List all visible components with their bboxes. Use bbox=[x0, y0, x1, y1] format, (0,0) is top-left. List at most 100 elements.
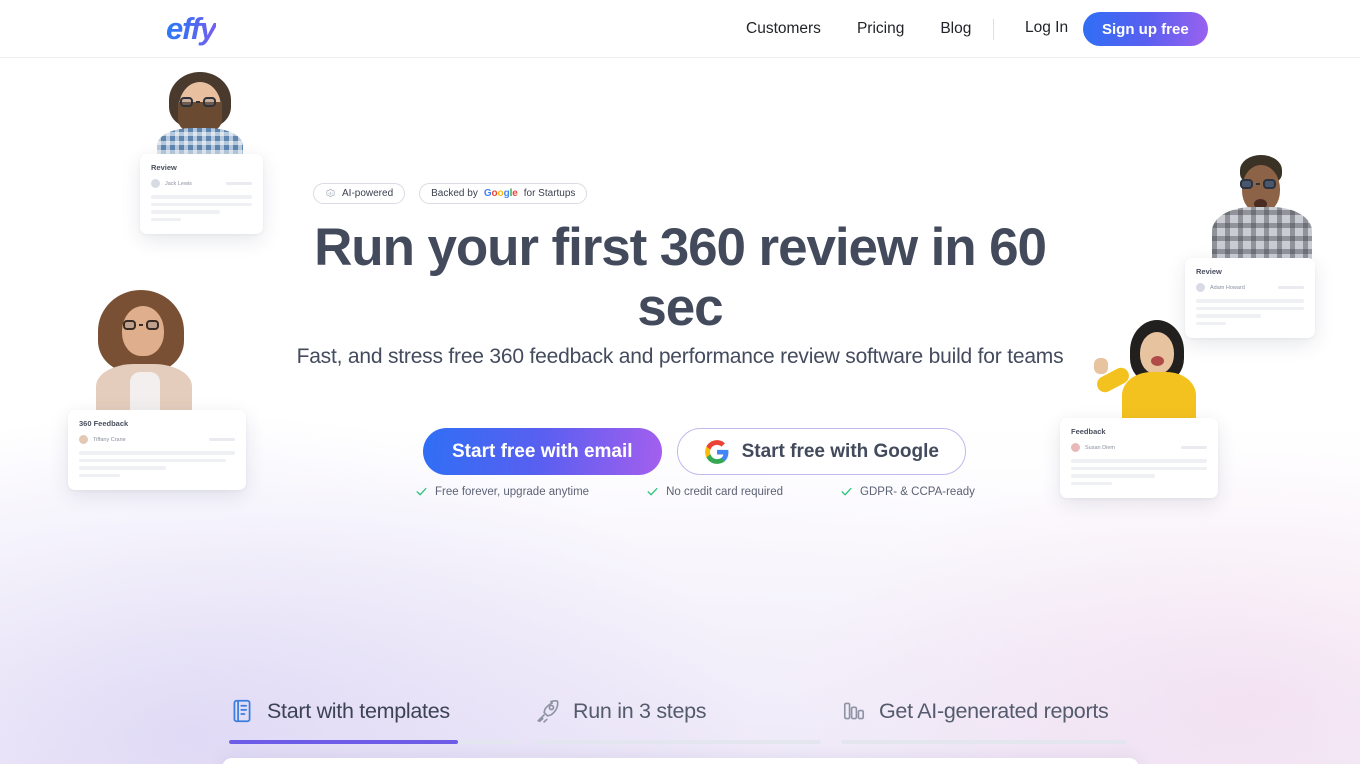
avatar bbox=[1196, 283, 1205, 292]
tab-get-ai-generated-reports[interactable]: Get AI-generated reports bbox=[841, 690, 1147, 744]
mouth-shape bbox=[1151, 356, 1164, 366]
glasses-icon bbox=[123, 320, 159, 330]
page-subtitle: Fast, and stress free 360 feedback and p… bbox=[296, 345, 1064, 368]
nav-link-customers[interactable]: Customers bbox=[746, 20, 821, 38]
decor-card-title: Feedback bbox=[1071, 427, 1106, 436]
feature-label: GDPR- & CCPA-ready bbox=[860, 485, 975, 498]
placeholder-line bbox=[1071, 474, 1156, 478]
tab-progress-fill bbox=[229, 740, 458, 744]
tab-label: Get AI-generated reports bbox=[879, 698, 1109, 723]
decor-card-person-row: Tiffany Crane bbox=[79, 435, 235, 444]
decor-card-title: 360 Feedback bbox=[79, 419, 129, 428]
header-divider bbox=[993, 19, 994, 40]
decor-card-meta-bar bbox=[1181, 446, 1207, 449]
page-title: Run your first 360 review in 60 sec bbox=[314, 218, 1047, 338]
cta-button-row: Start free with email Start free with Go… bbox=[423, 428, 966, 475]
feature-item-no-credit-card: No credit card required bbox=[646, 485, 783, 498]
decor-card-person-name: Jack Lewis bbox=[165, 180, 192, 187]
decor-card-meta-bar bbox=[226, 182, 252, 185]
google-logo-text: Google bbox=[484, 188, 518, 199]
logo[interactable]: effy bbox=[166, 11, 217, 47]
decor-card-meta-bar bbox=[1278, 286, 1304, 289]
placeholder-line bbox=[1196, 306, 1304, 310]
decor-card-person-row: Susan Diem bbox=[1071, 443, 1207, 452]
google-button-label: Start free with Google bbox=[741, 440, 939, 462]
hero-badges: AI-powered Backed by Google for Startups bbox=[313, 183, 588, 204]
start-free-with-google-button[interactable]: Start free with Google bbox=[676, 428, 966, 475]
content-panel-preview bbox=[222, 758, 1139, 764]
decor-cluster-top-left: Review Jack Lewis bbox=[140, 70, 370, 234]
feature-tabs: Start with templates Run in 3 steps Get … bbox=[229, 690, 1147, 744]
google-letter-e: e bbox=[512, 188, 518, 199]
google-g-icon bbox=[704, 439, 728, 464]
placeholder-line bbox=[151, 210, 220, 214]
tab-label: Run in 3 steps bbox=[573, 698, 707, 723]
person-photo-yellow-sweater-woman bbox=[1094, 320, 1212, 430]
head-shape bbox=[122, 306, 164, 356]
tab-progress-track bbox=[229, 740, 515, 744]
decor-card-meta-bar bbox=[209, 438, 235, 441]
placeholder-line bbox=[1071, 481, 1112, 485]
feature-item-free-forever: Free forever, upgrade anytime bbox=[415, 485, 589, 498]
decor-card-feedback-susan: Feedback Susan Diem bbox=[1060, 418, 1218, 498]
tab-run-in-3-steps[interactable]: Run in 3 steps bbox=[535, 690, 841, 744]
decor-cluster-right-top: Review Adam Howard bbox=[1180, 155, 1360, 338]
placeholder-line bbox=[79, 473, 120, 477]
person-photo-sunglasses-man bbox=[1204, 155, 1320, 267]
decor-card-review-jack: Review Jack Lewis bbox=[140, 154, 263, 234]
avatar bbox=[79, 435, 88, 444]
check-icon bbox=[416, 487, 427, 496]
head-shape bbox=[1140, 332, 1174, 374]
badge-ai-powered[interactable]: AI-powered bbox=[313, 183, 406, 204]
check-icon bbox=[841, 487, 852, 496]
bar-chart-icon bbox=[843, 702, 865, 720]
tab-header: Start with templates bbox=[229, 690, 515, 732]
tab-header: Run in 3 steps bbox=[535, 690, 821, 732]
decor-card-person-name: Susan Diem bbox=[1085, 444, 1115, 451]
tab-header: Get AI-generated reports bbox=[841, 690, 1127, 732]
start-free-with-email-button[interactable]: Start free with email bbox=[423, 428, 662, 475]
avatar bbox=[1071, 443, 1080, 452]
decor-card-360-tiffany: 360 Feedback Tiffany Crane bbox=[68, 410, 246, 490]
decor-cluster-left-middle: 360 Feedback Tiffany Crane bbox=[68, 290, 268, 500]
avatar bbox=[151, 179, 160, 188]
login-link[interactable]: Log In bbox=[1025, 19, 1068, 37]
placeholder-line bbox=[79, 451, 235, 455]
sunglasses-icon bbox=[1240, 179, 1276, 189]
site-header: effy Customers Pricing Blog Log In Sign … bbox=[0, 0, 1360, 58]
decor-card-title: Review bbox=[1196, 267, 1222, 276]
glasses-icon bbox=[180, 97, 216, 107]
openai-icon bbox=[326, 189, 335, 197]
badge-backed-by-google[interactable]: Backed by Google for Startups bbox=[419, 183, 588, 204]
tab-start-with-templates[interactable]: Start with templates bbox=[229, 690, 535, 744]
placeholder-line bbox=[151, 217, 182, 221]
hand-shape bbox=[1094, 358, 1108, 374]
feature-item-gdpr-ccpa: GDPR- & CCPA-ready bbox=[840, 485, 975, 498]
decor-card-person-row: Jack Lewis bbox=[151, 179, 252, 188]
placeholder-line bbox=[79, 466, 167, 470]
person-photo-bearded-man bbox=[153, 70, 247, 165]
google-letter-G: G bbox=[483, 188, 492, 199]
decor-card-person-row: Adam Howard bbox=[1196, 283, 1304, 292]
feature-label: No credit card required bbox=[666, 485, 784, 498]
placeholder-line bbox=[151, 195, 252, 199]
feature-list: Free forever, upgrade anytime No credit … bbox=[415, 485, 975, 498]
decor-cluster-right-bottom: Feedback Susan Diem bbox=[1060, 320, 1240, 500]
placeholder-line bbox=[1071, 466, 1207, 470]
badge-ai-label: AI-powered bbox=[342, 188, 394, 199]
rocket-icon bbox=[537, 700, 559, 723]
tab-label: Start with templates bbox=[267, 698, 450, 723]
decor-card-title: Review bbox=[151, 163, 177, 172]
placeholder-line bbox=[1196, 314, 1261, 318]
nav-link-blog[interactable]: Blog bbox=[940, 20, 971, 38]
nav-link-pricing[interactable]: Pricing bbox=[857, 20, 904, 38]
main-navigation: Customers Pricing Blog bbox=[746, 0, 971, 58]
signup-button[interactable]: Sign up free bbox=[1083, 12, 1208, 46]
placeholder-line bbox=[151, 202, 252, 206]
badge-backed-prefix: Backed by bbox=[431, 188, 478, 199]
person-photo-curly-woman bbox=[86, 290, 204, 420]
decor-card-person-name: Tiffany Crane bbox=[93, 436, 126, 443]
placeholder-line bbox=[1196, 299, 1304, 303]
placeholder-line bbox=[1071, 459, 1207, 463]
tab-progress-track bbox=[841, 740, 1127, 744]
